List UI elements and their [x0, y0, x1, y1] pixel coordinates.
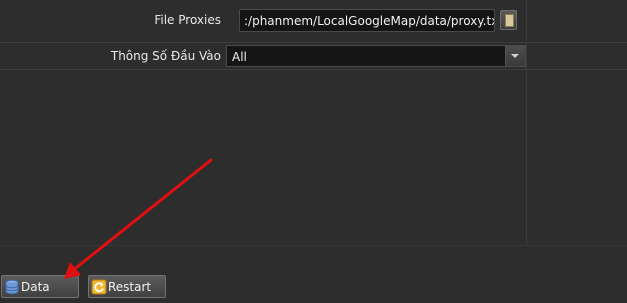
params-select[interactable]: All	[226, 45, 526, 67]
proxies-path-input[interactable]: :/phanmem/LocalGoogleMap/data/proxy.txt	[239, 9, 495, 32]
refresh-icon	[91, 279, 107, 294]
chevron-down-icon[interactable]	[505, 46, 525, 66]
data-button-label: Data	[21, 279, 50, 294]
database-icon	[5, 279, 19, 294]
restart-button-label: Restart	[108, 279, 152, 294]
browse-proxies-button[interactable]	[500, 10, 517, 30]
params-row: Thông Số Đầu Vào All	[0, 43, 627, 70]
params-select-value: All	[232, 50, 247, 64]
data-button[interactable]: Data	[1, 275, 79, 298]
proxies-row: File Proxies :/phanmem/LocalGoogleMap/da…	[0, 0, 627, 43]
file-icon	[505, 14, 514, 27]
panel-bottom-divider	[0, 245, 627, 246]
restart-button[interactable]: Restart	[88, 275, 166, 298]
proxies-label: File Proxies	[154, 13, 221, 27]
params-label: Thông Số Đầu Vào	[110, 49, 221, 63]
